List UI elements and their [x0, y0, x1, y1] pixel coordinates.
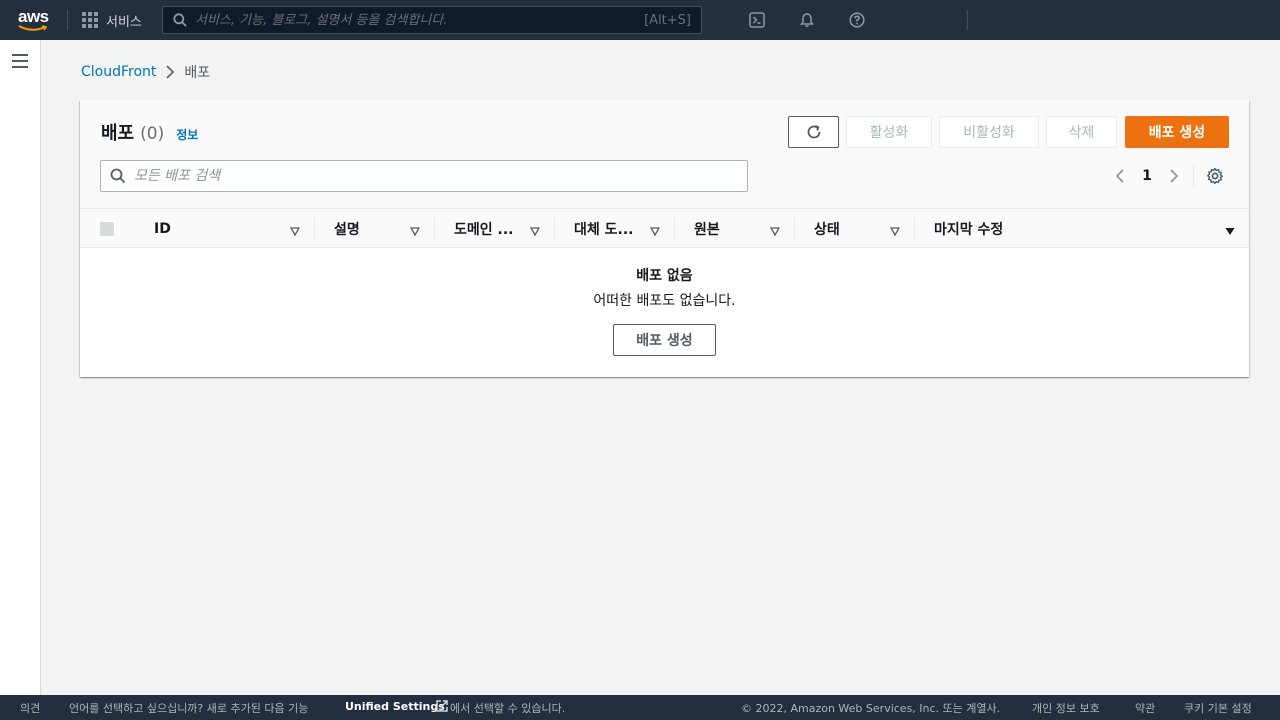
- top-navigation: aws 서비스 [Alt+S]: [0, 0, 1280, 40]
- distribution-search[interactable]: [100, 160, 748, 192]
- column-header-description[interactable]: 설명: [314, 209, 434, 248]
- search-icon: [173, 13, 187, 27]
- pagination: 1: [1110, 164, 1184, 188]
- column-header-last-modified[interactable]: 마지막 수정: [914, 209, 1249, 248]
- column-header-origin[interactable]: 원본: [674, 209, 794, 248]
- footer-language-prefix: 언어를 선택하고 싶으십니까? 새로 추가된 다음 기능: [69, 702, 309, 715]
- column-header-id[interactable]: ID: [134, 209, 314, 248]
- column-header-domain[interactable]: 도메인 ...: [434, 209, 554, 248]
- feedback-link[interactable]: 의견: [20, 700, 40, 716]
- cookie-preferences-link[interactable]: 쿠키 기본 설정: [1184, 700, 1252, 716]
- footer: 의견 언어를 선택하고 싶으십니까? 새로 추가된 다음 기능 Unified …: [0, 695, 1280, 720]
- empty-state-description: 어떠한 배포도 없습니다.: [593, 293, 736, 309]
- sort-icon: [409, 224, 421, 240]
- panel-header: 배포 (0) 정보 활성화 비활성화 삭제 배포 생성 1: [80, 100, 1249, 209]
- nav-divider: [67, 10, 68, 30]
- deactivate-button[interactable]: 비활성화: [939, 116, 1039, 148]
- create-distribution-button[interactable]: 배포 생성: [1125, 116, 1229, 148]
- global-search[interactable]: [Alt+S]: [162, 6, 702, 34]
- select-all-checkbox[interactable]: [100, 222, 114, 236]
- chevron-right-icon[interactable]: [1164, 164, 1184, 188]
- breadcrumb: CloudFront 배포: [81, 62, 210, 82]
- side-rail: [0, 40, 41, 695]
- table-header: ID 설명 도메인 ... 대체 도... 원본 상태 마지막 수정: [80, 209, 1249, 248]
- gear-icon[interactable]: [1204, 165, 1226, 187]
- empty-create-distribution-button[interactable]: 배포 생성: [613, 324, 716, 356]
- distribution-count: (0): [140, 124, 165, 144]
- global-search-input[interactable]: [195, 12, 645, 28]
- column-header-alternate-domain[interactable]: 대체 도...: [554, 209, 674, 248]
- privacy-link[interactable]: 개인 정보 보호: [1032, 700, 1100, 716]
- help-icon[interactable]: [847, 10, 867, 30]
- aws-logo[interactable]: aws: [18, 8, 52, 34]
- sort-icon: [889, 224, 901, 240]
- breadcrumb-current: 배포: [184, 65, 211, 81]
- info-link[interactable]: 정보: [176, 126, 198, 143]
- sort-icon: [289, 224, 301, 240]
- services-label: 서비스: [106, 14, 142, 30]
- panel-title-text: 배포: [101, 123, 135, 144]
- refresh-icon: [807, 124, 820, 139]
- panel-title: 배포 (0) 정보: [101, 119, 198, 145]
- sort-icon: [769, 224, 781, 240]
- search-icon: [110, 168, 126, 184]
- empty-state-title: 배포 없음: [636, 268, 693, 284]
- chevron-right-icon: [166, 65, 175, 79]
- terms-link[interactable]: 약관: [1135, 700, 1155, 716]
- page-number[interactable]: 1: [1130, 168, 1164, 184]
- distribution-search-input[interactable]: [134, 168, 747, 184]
- distributions-panel: 배포 (0) 정보 활성화 비활성화 삭제 배포 생성 1: [80, 100, 1249, 377]
- services-menu[interactable]: 서비스: [82, 10, 142, 30]
- chevron-left-icon[interactable]: [1110, 164, 1130, 188]
- grid-icon: [82, 12, 98, 28]
- bell-icon[interactable]: [797, 10, 817, 30]
- menu-icon[interactable]: [12, 54, 28, 68]
- sort-icon: [529, 224, 541, 240]
- sort-icon: [649, 224, 661, 240]
- activate-button[interactable]: 활성화: [846, 116, 932, 148]
- aws-logo-text: aws: [18, 7, 49, 26]
- column-header-status[interactable]: 상태: [794, 209, 914, 248]
- delete-button[interactable]: 삭제: [1046, 116, 1117, 148]
- pager-divider: [1193, 164, 1194, 188]
- refresh-button[interactable]: [788, 116, 839, 148]
- external-link-icon: [435, 699, 449, 716]
- footer-copyright: © 2022, Amazon Web Services, Inc. 또는 계열사…: [741, 702, 1001, 715]
- footer-language-suffix: 에서 선택할 수 있습니다.: [450, 702, 566, 715]
- aws-smile-icon: [18, 25, 48, 31]
- sort-descending-icon: [1225, 224, 1235, 240]
- cloudshell-icon[interactable]: [747, 10, 767, 30]
- unified-settings-link[interactable]: Unified Settings: [345, 700, 445, 713]
- search-shortcut: [Alt+S]: [644, 12, 691, 28]
- breadcrumb-cloudfront[interactable]: CloudFront: [81, 64, 156, 80]
- nav-divider: [967, 10, 968, 30]
